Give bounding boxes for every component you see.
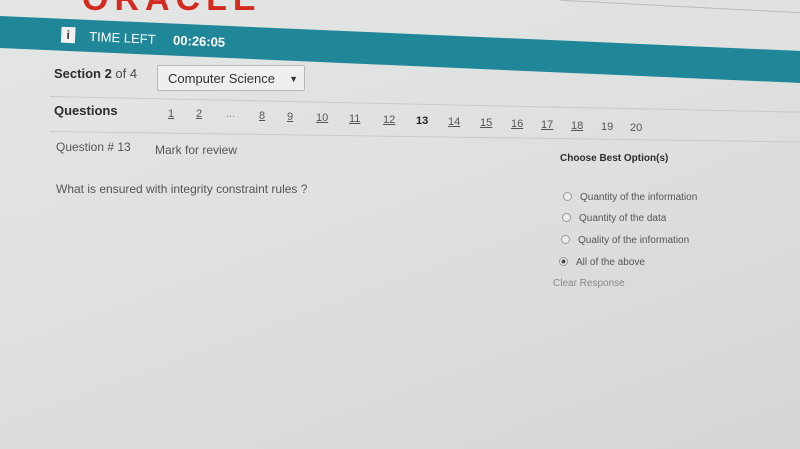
radio-button[interactable]: [562, 213, 571, 222]
options-heading: Choose Best Option(s): [560, 153, 669, 164]
questions-label: Questions: [54, 103, 118, 118]
question-link-2[interactable]: 2: [196, 108, 202, 120]
question-link-8[interactable]: 8: [259, 110, 265, 122]
question-link-16[interactable]: 16: [511, 118, 523, 130]
divider: [49, 96, 800, 113]
radio-button[interactable]: [559, 257, 568, 266]
mark-for-review-link[interactable]: Mark for review: [155, 143, 237, 157]
radio-button[interactable]: [563, 192, 572, 201]
time-left-label: TIME LEFT: [88, 28, 156, 47]
option-label: Quality of the information: [578, 235, 690, 246]
section-label: Section 2: [54, 66, 112, 81]
question-link-9[interactable]: 9: [287, 111, 293, 123]
question-link-18[interactable]: 18: [571, 120, 583, 132]
option-label: Quantity of the information: [580, 192, 698, 203]
question-link-20[interactable]: 20: [630, 122, 642, 134]
oracle-logo: ORACLE: [82, 0, 262, 14]
question-link-19[interactable]: 19: [601, 121, 613, 133]
clear-response-link[interactable]: Clear Response: [553, 278, 625, 289]
question-link-11[interactable]: 11: [349, 113, 360, 125]
subject-select[interactable]: Computer Science ▼: [157, 65, 305, 91]
question-link-17[interactable]: 17: [541, 119, 553, 131]
question-link-12[interactable]: 12: [383, 114, 395, 126]
question-number: Question # 13: [56, 140, 131, 154]
radio-button[interactable]: [561, 235, 570, 244]
section-indicator: Section 2 of 4: [54, 66, 137, 81]
question-link-10[interactable]: 10: [316, 112, 328, 124]
question-link-13[interactable]: 13: [416, 115, 428, 127]
section-total: of 4: [115, 66, 138, 81]
option-3[interactable]: Quality of the information: [561, 235, 689, 246]
divider: [49, 131, 800, 143]
time-left-value: 00:26:05: [172, 32, 226, 50]
option-2[interactable]: Quantity of the data: [562, 213, 666, 224]
info-icon[interactable]: i: [60, 26, 76, 44]
questions-ellipsis: ...: [226, 108, 236, 120]
question-link-15[interactable]: 15: [480, 117, 492, 129]
question-text: What is ensured with integrity constrain…: [56, 182, 308, 196]
option-1[interactable]: Quantity of the information: [563, 192, 697, 203]
subject-select-value: Computer Science: [168, 71, 275, 86]
option-label: Quantity of the data: [579, 213, 667, 224]
question-link-14[interactable]: 14: [448, 116, 460, 128]
option-4[interactable]: All of the above: [559, 257, 645, 268]
chevron-down-icon: ▼: [289, 74, 298, 84]
question-link-1[interactable]: 1: [168, 108, 174, 120]
option-label: All of the above: [576, 257, 645, 268]
